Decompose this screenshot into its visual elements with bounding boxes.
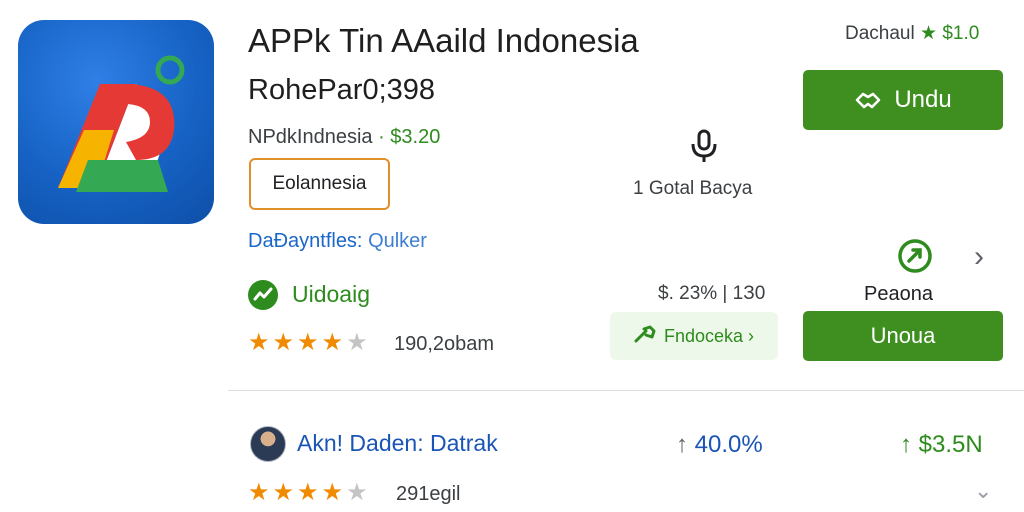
wrench-icon [634,325,656,348]
app-logo-icon [58,55,185,192]
revenue-value: $3.5N [918,431,983,458]
developer-name[interactable]: NPdkIndnesia [248,126,373,148]
share-label: Peaona [864,283,933,305]
share-icon[interactable] [896,237,934,275]
top-rating-value: $1.0 [942,23,980,44]
region-tag[interactable]: Eolannesia [249,158,390,210]
review-stars: ★★★★★ [248,479,371,506]
status-label: Uidoaig [292,281,370,307]
chevron-down-icon[interactable]: ⌄ [974,478,992,504]
microphone-icon[interactable] [688,128,720,164]
chip-label: Fndoceka › [663,325,755,346]
arrow-up-icon: ↑ [676,431,688,458]
arrow-up-icon: ↑ [900,431,912,458]
growth-value: 40.0% [694,431,763,458]
top-rating-label: Dachaul [845,23,915,44]
stats-line: $. 23% | 1З0 [658,283,766,304]
developer-price: · $3.20 [378,126,441,148]
category-value[interactable]: Qulker [368,230,427,252]
secondary-button[interactable]: Unoua [803,311,1003,361]
category-line: DaÐayntfles: Qulker [248,230,427,253]
secondary-button-label: Unoua [870,323,936,348]
rating-stars: ★★★★★ [248,329,371,356]
developer-line: NPdkIndnesia · $3.20 [248,126,440,149]
install-button-label: Undu [894,86,952,113]
install-button[interactable]: Undu [803,70,1003,130]
avatar[interactable] [250,426,286,462]
app-title: APPk Tin AАaild Indonesia [248,22,639,59]
handshake-icon [856,92,881,109]
divider [228,390,1024,391]
category-label: DaÐayntfles: [248,230,363,252]
revenue-stat: ↑ $3.5N [900,431,983,459]
review-author[interactable]: Akn! Daden: Datrak [297,430,498,457]
top-rating: Dachaul ★ $1.0 [845,22,979,45]
chevron-right-icon[interactable]: › [974,240,984,274]
review-count: 1 Gotal Bacya [633,178,753,199]
app-icon [18,20,214,224]
app-subtitle: RohePar0;398 [248,74,436,106]
wrench-link-chip[interactable]: Fndoceka › [610,312,778,360]
star-icon: ★ [920,23,938,44]
rating-count: 190,2obam [394,333,495,355]
trend-check-icon [248,280,278,310]
review-rating-count: 291egil [396,483,461,505]
growth-stat: ↑ 40.0% [676,431,763,459]
